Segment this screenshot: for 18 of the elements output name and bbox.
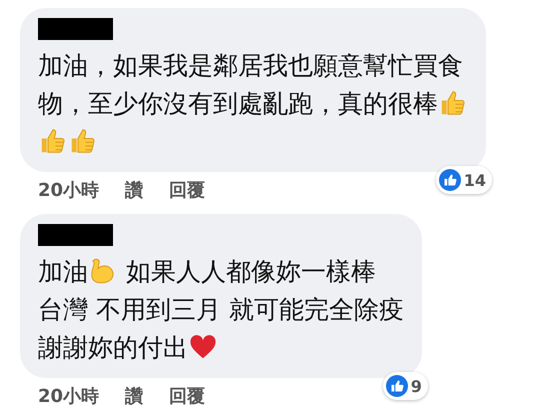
reaction-badge[interactable]: 9 bbox=[382, 372, 428, 400]
like-link[interactable]: 讚 bbox=[125, 178, 144, 202]
reaction-count: 14 bbox=[464, 170, 486, 190]
comment-time: 20小時 bbox=[38, 179, 100, 202]
comment-text: 加油，如果我是鄰居我也願意幫忙買食 bbox=[38, 50, 463, 82]
comment-time: 20小時 bbox=[38, 385, 100, 408]
like-icon bbox=[386, 375, 408, 397]
comment-text: 加油 bbox=[38, 256, 88, 288]
comment-text: 如果人人都像妳一樣棒 bbox=[124, 256, 376, 288]
reply-link[interactable]: 回覆 bbox=[169, 384, 206, 408]
reaction-badge[interactable]: 14 bbox=[436, 166, 492, 194]
like-link[interactable]: 讚 bbox=[125, 384, 144, 408]
like-icon bbox=[438, 169, 461, 191]
comment-text: 物，至少你沒有到處亂跑，真的很棒 bbox=[38, 88, 438, 120]
comment-text: 台灣 不用到三月 就可能完全除疫 bbox=[38, 294, 404, 326]
comment-text: 謝謝妳的付出 bbox=[38, 332, 188, 364]
reaction-count: 9 bbox=[410, 376, 422, 396]
reply-link[interactable]: 回覆 bbox=[169, 178, 206, 202]
